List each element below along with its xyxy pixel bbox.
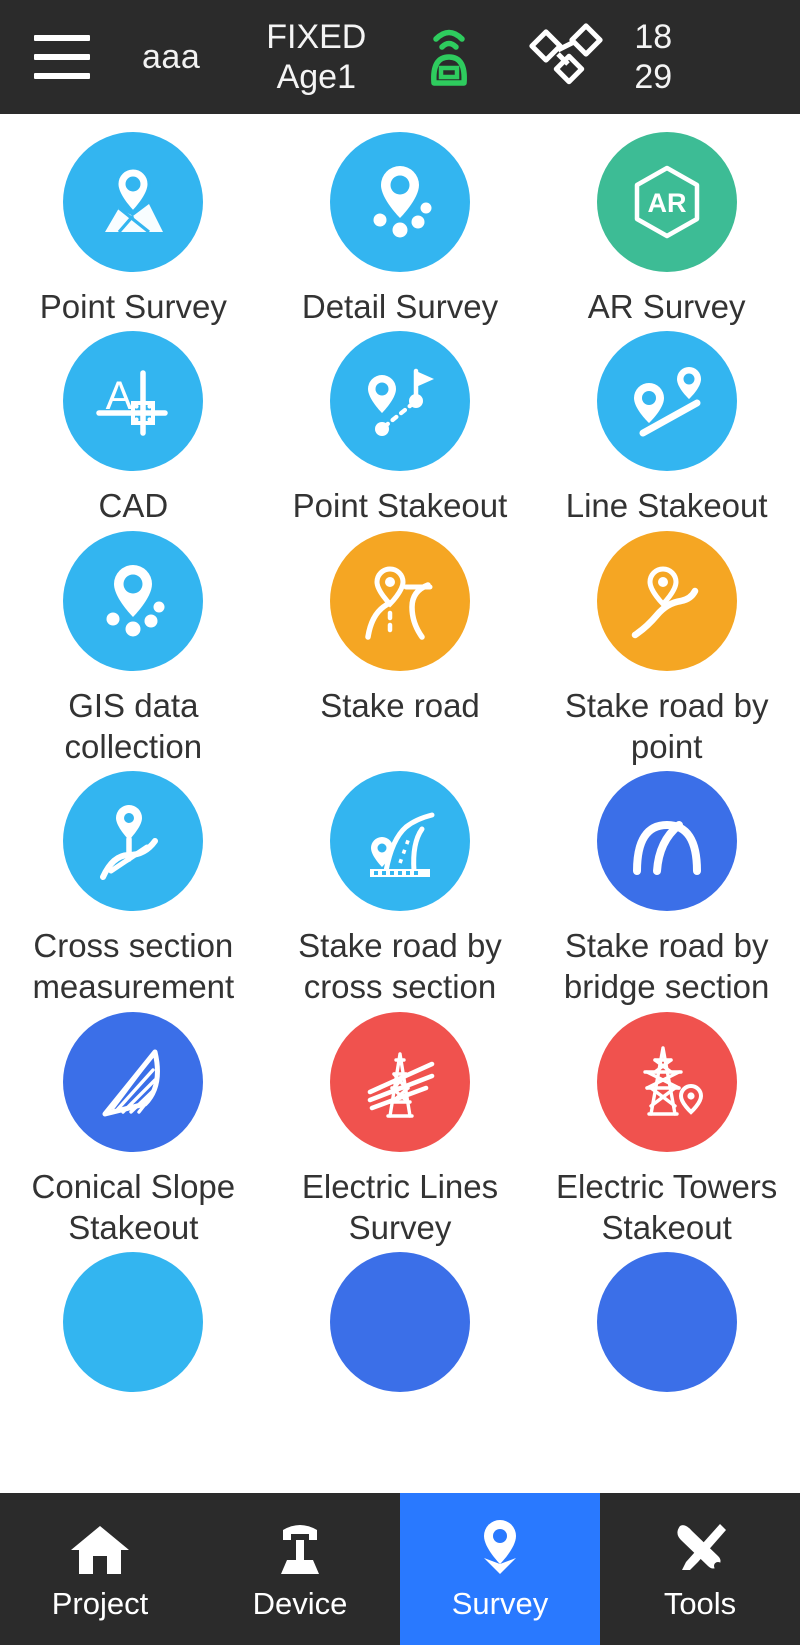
solution-status-label: FIXED [266,17,367,56]
tile-label: CAD [98,487,169,525]
survey-functions-grid: Point Survey Detail Survey AR AR Survey … [0,114,800,1406]
survey-functions-scroll-area[interactable]: Point Survey Detail Survey AR AR Survey … [0,114,800,1493]
tools-icon [668,1516,732,1578]
hamburger-line [34,35,90,41]
nav-label: Tools [663,1586,737,1621]
nav-item-tools[interactable]: Tools [600,1493,800,1645]
tile-conical-slope-stakeout[interactable]: Conical Slope Stakeout [0,1011,267,1249]
nav-label: Project [51,1586,149,1621]
tile-partial-row[interactable] [533,1252,800,1406]
rover-signal-icon[interactable] [410,21,488,93]
tile-stake-road[interactable]: Stake road [267,530,534,768]
cad-letter-a-icon: A [63,331,204,472]
satellites-used-label: 18 [634,17,673,56]
road-cross-section-icon [329,771,470,911]
tile-label: Line Stakeout [565,487,768,525]
road-pin-icon [329,530,470,671]
tile-cad[interactable]: A CAD [0,331,267,526]
tile-stake-road-by-cross-section[interactable]: Stake road by cross section [267,771,534,1008]
pin-flag-path-icon [329,331,470,472]
tile-label: Conical Slope Stakeout [31,1167,236,1246]
bottom-navigation-bar: Project Device Survey Tools [0,1493,800,1645]
pin-dots-icon [329,132,470,272]
nav-label: Device [252,1586,348,1621]
status-bar: aaa FIXED Age1 18 29 [0,0,800,114]
tile-label: Electric Towers Stakeout [556,1167,778,1246]
tile-label: Electric Lines Survey [301,1167,499,1246]
tile-label: Point Survey [39,288,227,325]
tile-label: Detail Survey [301,288,499,325]
partial-tile-icon [329,1252,470,1392]
tile-point-survey[interactable]: Point Survey [0,132,267,327]
partial-tile-icon [596,1252,737,1392]
satellites-tracked-label: 29 [634,58,673,96]
tile-electric-lines-survey[interactable]: Electric Lines Survey [267,1011,534,1249]
map-pin-icon [63,132,204,272]
nav-item-device[interactable]: Device [200,1493,400,1645]
location-pin-icon [470,1516,530,1578]
tile-label: Stake road by point [564,686,769,765]
satellite-count-block: 18 29 [634,17,672,97]
bridge-arch-icon [596,771,737,911]
tile-label: GIS data collection [64,686,203,765]
tile-ar-survey[interactable]: AR AR Survey [533,132,800,327]
project-name-label: aaa [142,37,201,76]
tile-label: Stake road [320,686,480,724]
tile-stake-road-by-bridge-section[interactable]: Stake road by bridge section [533,771,800,1008]
tile-label: Point Stakeout [292,487,508,525]
tile-label: Cross section measurement [32,927,235,1006]
pin-dots-icon [63,530,204,671]
nav-item-project[interactable]: Project [0,1493,200,1645]
conical-fan-icon [63,1011,204,1152]
tile-electric-towers-stakeout[interactable]: Electric Towers Stakeout [533,1011,800,1249]
tile-cross-section-measurement[interactable]: Cross section measurement [0,771,267,1008]
correction-age-label: Age1 [276,58,356,96]
tile-stake-road-by-point[interactable]: Stake road by point [533,530,800,768]
hamburger-menu-icon[interactable] [34,35,90,79]
tile-detail-survey[interactable]: Detail Survey [267,132,534,327]
cross-section-pin-icon [63,771,204,911]
nav-item-survey[interactable]: Survey [400,1493,600,1645]
partial-tile-icon [63,1252,204,1392]
tile-partial-row[interactable] [267,1252,534,1406]
solution-status-block: FIXED Age1 [266,17,366,97]
two-pins-line-icon [596,331,737,472]
satellite-icon[interactable] [528,20,606,94]
tile-label: Stake road by cross section [298,927,502,1006]
tile-point-stakeout[interactable]: Point Stakeout [267,331,534,526]
svg-text:AR: AR [647,188,686,218]
tile-label: Stake road by bridge section [563,927,770,1006]
nav-label: Survey [451,1586,549,1621]
tile-gis-data-collection[interactable]: GIS data collection [0,530,267,768]
hamburger-line [34,73,90,79]
tile-line-stakeout[interactable]: Line Stakeout [533,331,800,526]
tile-partial-row[interactable] [0,1252,267,1406]
road-curve-pin-icon [596,530,737,671]
hamburger-line [34,54,90,60]
tile-label: AR Survey [587,288,746,325]
ar-hexagon-icon: AR [596,132,737,272]
electric-lines-icon [329,1011,470,1152]
home-icon [67,1516,133,1578]
instrument-icon [269,1516,331,1578]
electric-tower-pin-icon [596,1011,737,1152]
